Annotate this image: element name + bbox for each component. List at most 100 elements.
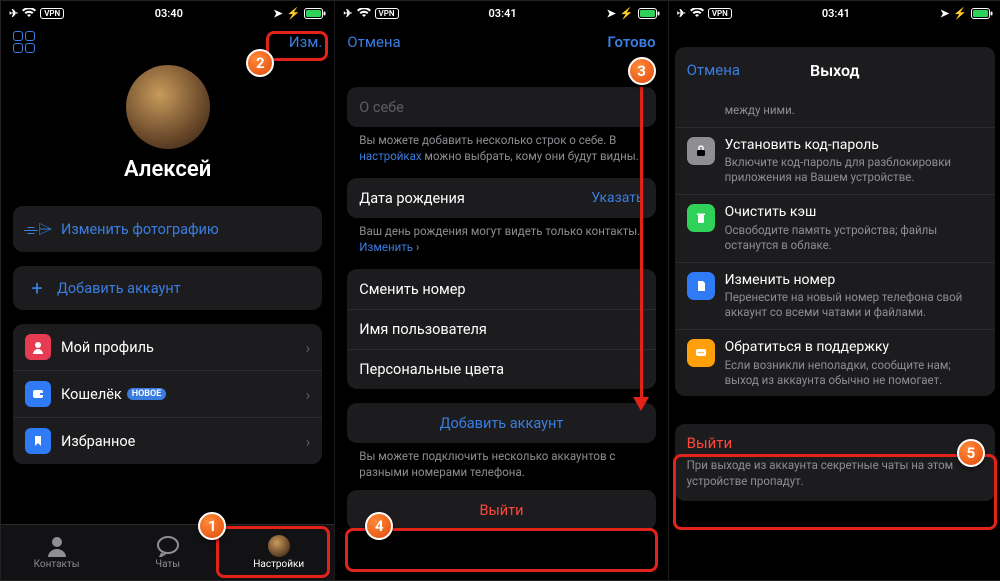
wallet-new-badge: НОВОЕ xyxy=(127,388,167,400)
screen-edit-profile: ✈ VPN 03:41 ➤ ⚡ Отмена Готово О себе Вы … xyxy=(334,1,667,580)
contacts-icon xyxy=(45,535,69,557)
my-profile-row[interactable]: Мой профиль › xyxy=(13,324,322,370)
favorites-row[interactable]: Избранное › xyxy=(13,417,322,464)
number-sub: Перенесите на новый номер телефона свой … xyxy=(725,290,983,320)
dob-note: Ваш день рождения могут видеть только ко… xyxy=(347,218,655,255)
cache-title: Очистить кэш xyxy=(725,204,983,222)
profile-icon xyxy=(25,334,51,360)
number-row[interactable]: Изменить номер Перенесите на новый номер… xyxy=(675,262,995,329)
support-sub: Если возникли неполадки, сообщите нам; в… xyxy=(725,358,983,388)
sheet-body: между ними. Установить код-пароль Включи… xyxy=(675,93,995,396)
trash-icon xyxy=(687,204,715,232)
username-row[interactable]: Имя пользователя › xyxy=(347,309,655,349)
logout-sub: При выходе из аккаунта секретные чаты на… xyxy=(687,458,983,489)
nav-bar: Изм. xyxy=(1,23,334,61)
about-placeholder: О себе xyxy=(359,99,404,116)
add-account-button[interactable]: + Добавить аккаунт xyxy=(13,266,322,310)
passcode-row[interactable]: Установить код-пароль Включите код-парол… xyxy=(675,127,995,194)
logout-label: Выйти xyxy=(479,502,523,519)
sheet-header: Отмена Выход xyxy=(675,47,995,93)
add-account-button[interactable]: Добавить аккаунт xyxy=(347,403,655,443)
battery-icon xyxy=(304,8,326,19)
camera-icon: ⌯⌲ xyxy=(25,216,51,242)
about-note: Вы можете добавить несколько строк о себ… xyxy=(347,127,655,164)
tab-bar: Контакты Чаты Настройки xyxy=(1,524,334,580)
status-time: 03:41 xyxy=(489,7,517,20)
avatar[interactable] xyxy=(126,65,210,149)
change-photo-label: Изменить фотографию xyxy=(61,221,219,238)
wallet-icon xyxy=(25,381,51,407)
number-title: Изменить номер xyxy=(725,272,983,290)
add-account-note: Вы можете подключить несколько аккаунтов… xyxy=(347,443,655,480)
highlight-logout xyxy=(345,528,657,572)
wifi-icon xyxy=(22,8,36,18)
profile-header: Алексей xyxy=(1,61,334,192)
logout-confirm-row[interactable]: Выйти При выходе из аккаунта секретные ч… xyxy=(675,424,995,501)
tab-label: Контакты xyxy=(34,559,80,570)
status-time: 03:40 xyxy=(155,7,183,20)
change-number-row[interactable]: Сменить номер › xyxy=(347,269,655,309)
tab-contacts[interactable]: Контакты xyxy=(1,525,112,580)
logout-button[interactable]: Выйти xyxy=(347,490,655,530)
vpn-badge: VPN xyxy=(708,8,732,19)
logout-label: Выйти xyxy=(687,434,983,452)
callout-5: 5 xyxy=(957,439,985,467)
chevron-right-icon: › xyxy=(305,338,310,357)
done-button[interactable]: Готово xyxy=(607,33,655,51)
airplane-icon: ✈ xyxy=(343,7,352,20)
nav-bar: Отмена Готово xyxy=(335,23,667,61)
chevron-right-icon: › xyxy=(305,385,310,404)
status-bar: ✈ VPN 03:41 ➤ ⚡ xyxy=(335,1,667,23)
vpn-badge: VPN xyxy=(40,8,64,19)
qr-icon[interactable] xyxy=(13,31,35,53)
status-time: 03:41 xyxy=(822,7,850,20)
username-label: Имя пользователя xyxy=(359,321,638,338)
callout-3: 3 xyxy=(628,57,656,85)
callout-4: 4 xyxy=(365,512,393,540)
dob-label: Дата рождения xyxy=(359,190,591,207)
chevron-right-icon: › xyxy=(305,432,310,451)
add-account-label: Добавить аккаунт xyxy=(440,415,564,432)
plus-icon: + xyxy=(25,276,49,300)
my-profile-label: Мой профиль xyxy=(61,339,305,356)
profile-name: Алексей xyxy=(124,157,211,182)
wifi-icon xyxy=(690,8,704,18)
location-icon: ➤ xyxy=(607,7,616,20)
status-bar: ✈ VPN 03:40 ➤ ⚡ xyxy=(1,1,334,23)
cancel-button[interactable]: Отмена xyxy=(347,33,400,51)
change-number-label: Сменить номер xyxy=(359,281,638,298)
dob-row[interactable]: Дата рождения Указать xyxy=(347,178,655,218)
airplane-icon: ✈ xyxy=(9,7,18,20)
dob-action[interactable]: Указать xyxy=(591,190,643,206)
about-input[interactable]: О себе xyxy=(347,87,655,127)
charge-icon: ⚡ xyxy=(620,7,634,20)
screen-settings: ✈ VPN 03:40 ➤ ⚡ Изм. 2 Алексей ⌯⌲ Измени… xyxy=(1,1,334,580)
tab-label: Настройки xyxy=(253,559,304,570)
support-row[interactable]: Обратиться в поддержку Если возникли неп… xyxy=(675,329,995,396)
colors-label: Персональные цвета xyxy=(359,361,638,378)
support-title: Обратиться в поддержку xyxy=(725,339,983,357)
wallet-label: Кошелёк xyxy=(61,386,122,403)
wifi-icon xyxy=(357,8,371,18)
cache-row[interactable]: Очистить кэш Освободите память устройств… xyxy=(675,194,995,261)
location-icon: ➤ xyxy=(273,7,282,20)
screen-logout-sheet: ✈ VPN 03:41 ➤ ⚡ Отмена Выход между ними.… xyxy=(668,1,1000,580)
edit-button[interactable]: Изм. xyxy=(289,33,322,51)
chat-icon xyxy=(687,339,715,367)
settings-link[interactable]: настройках xyxy=(359,149,421,163)
dob-change-link[interactable]: Изменить xyxy=(359,240,413,254)
sim-icon xyxy=(687,272,715,300)
sheet-title: Выход xyxy=(810,61,860,80)
charge-icon: ⚡ xyxy=(287,7,301,20)
status-bar: ✈ VPN 03:41 ➤ ⚡ xyxy=(669,1,1000,23)
tab-settings[interactable]: Настройки xyxy=(223,525,334,580)
cache-sub: Освободите память устройства; файлы оста… xyxy=(725,223,983,253)
change-photo-button[interactable]: ⌯⌲ Изменить фотографию xyxy=(13,206,322,252)
partial-row: между ними. xyxy=(675,93,995,127)
cancel-button[interactable]: Отмена xyxy=(687,61,740,79)
lock-icon xyxy=(687,137,715,165)
colors-row[interactable]: Персональные цвета › xyxy=(347,349,655,389)
location-icon: ➤ xyxy=(940,7,949,20)
wallet-row[interactable]: Кошелёк НОВОЕ › xyxy=(13,370,322,417)
tab-label: Чаты xyxy=(155,559,180,570)
